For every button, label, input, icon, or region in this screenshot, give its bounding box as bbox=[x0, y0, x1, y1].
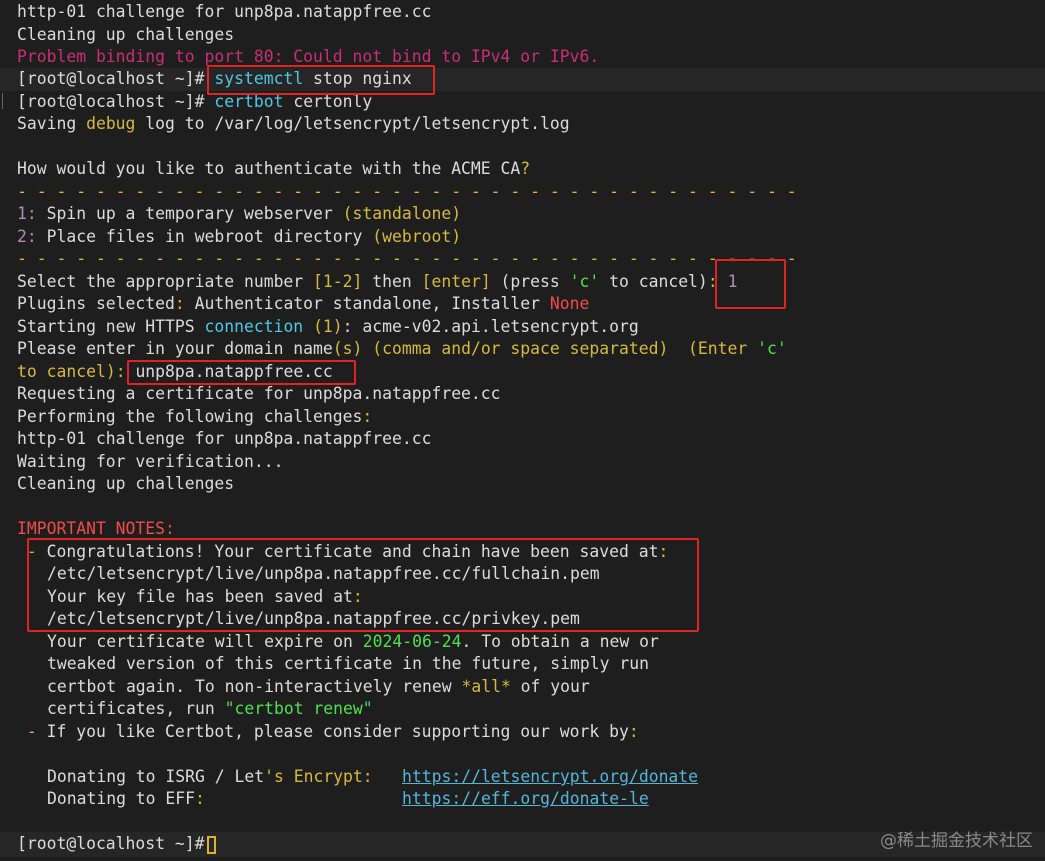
watermark: @稀土掘金技术社区 bbox=[880, 831, 1033, 851]
note-line: certificates, run "certbot renew" bbox=[47, 699, 373, 718]
donate-line: Donating to ISRG / Let's Encrypt: bbox=[47, 767, 373, 786]
important-notes-heading: IMPORTANT NOTES: bbox=[17, 519, 175, 538]
note-line: certbot again. To non-interactively rene… bbox=[47, 677, 590, 696]
output-line: Saving debug log to /var/log/letsencrypt… bbox=[17, 114, 570, 133]
output-line: http-01 challenge for unp8pa.natappfree.… bbox=[17, 2, 432, 21]
cursor-icon bbox=[206, 835, 216, 854]
separator-line: - - - - - - - - - - - - - - - - - - - - … bbox=[17, 249, 797, 268]
option-line: 1: Spin up a temporary webserver (standa… bbox=[17, 204, 462, 223]
select-line: Select the appropriate number [1-2] then… bbox=[17, 272, 738, 291]
note-line: - If you like Certbot, please consider s… bbox=[17, 722, 639, 741]
highlight-box-domain bbox=[127, 360, 356, 385]
output-line: Starting new HTTPS connection (1): acme-… bbox=[17, 317, 639, 336]
line-marker bbox=[2, 93, 3, 109]
note-line: Your certificate will expire on 2024-06-… bbox=[47, 632, 659, 651]
output-line: How would you like to authenticate with … bbox=[17, 159, 531, 178]
separator-line: - - - - - - - - - - - - - - - - - - - - … bbox=[17, 182, 797, 201]
output-line: Please enter in your domain name(s) (com… bbox=[17, 339, 787, 358]
terminal-window[interactable]: http-01 challenge for unp8pa.natappfree.… bbox=[0, 0, 1045, 861]
output-line: Waiting for verification... bbox=[17, 452, 284, 471]
prompt: [root@localhost ~]# bbox=[17, 92, 205, 111]
donate-line: Donating to EFF: bbox=[47, 789, 205, 808]
output-line: Requesting a certificate for unp8pa.nata… bbox=[17, 384, 501, 403]
option-line: 2: Place files in webroot directory (web… bbox=[17, 227, 462, 246]
output-line: http-01 challenge for unp8pa.natappfree.… bbox=[17, 429, 432, 448]
output-line: Plugins selected: Authenticator standalo… bbox=[17, 294, 590, 313]
active-prompt-line[interactable]: [root@localhost ~]# bbox=[17, 833, 216, 855]
donate-link-isrg[interactable]: https://letsencrypt.org/donate bbox=[402, 766, 698, 788]
donate-link-eff[interactable]: https://eff.org/donate-le bbox=[402, 788, 649, 810]
prompt: [root@localhost ~]# bbox=[17, 834, 205, 853]
highlight-box-systemctl bbox=[207, 65, 435, 95]
note-line: tweaked version of this certificate in t… bbox=[47, 654, 649, 673]
highlight-box-select bbox=[715, 259, 786, 309]
output-line: Performing the following challenges: bbox=[17, 407, 373, 426]
output-line: Cleaning up challenges bbox=[17, 474, 235, 493]
output-line: Cleaning up challenges bbox=[17, 25, 235, 44]
prompt: [root@localhost ~]# bbox=[17, 69, 205, 88]
highlight-box-certificate bbox=[27, 538, 699, 632]
